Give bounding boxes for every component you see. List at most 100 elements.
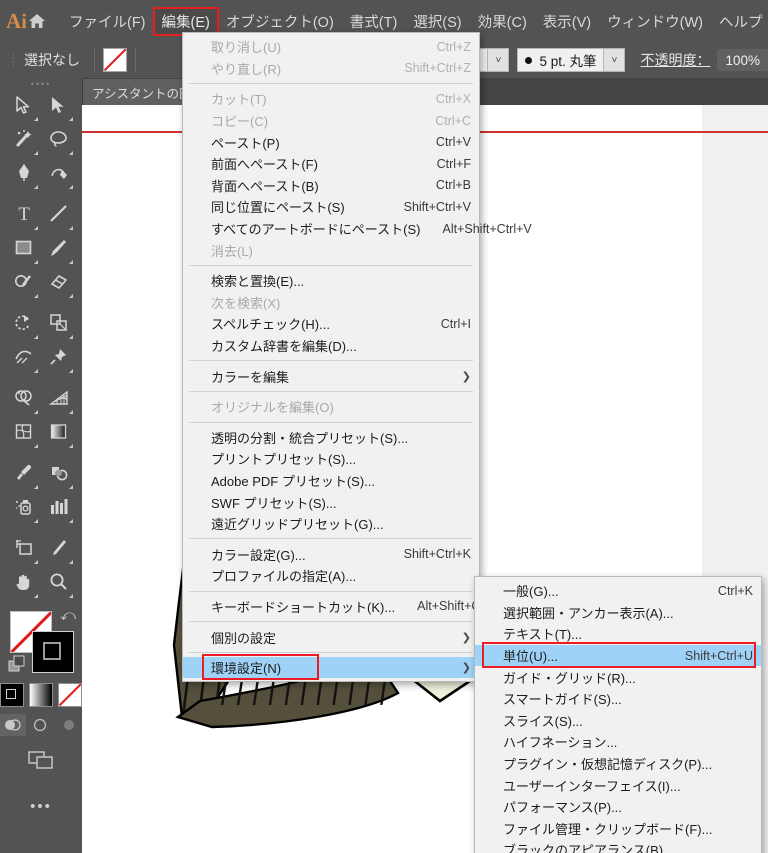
opacity-label[interactable]: 不透明度： xyxy=(633,50,717,70)
pref-submenu-item-12[interactable]: ブラックのアピアランス(B)... xyxy=(475,839,761,853)
opacity-value-field[interactable]: 100% xyxy=(717,49,768,71)
draw-behind-button[interactable] xyxy=(28,714,54,736)
menubar-item-5[interactable]: 効果(C) xyxy=(470,8,535,35)
perspective-grid-tool[interactable] xyxy=(41,383,76,417)
stroke-color-swatch[interactable] xyxy=(32,631,74,673)
edit-menu-item-5[interactable]: ペースト(P) Ctrl+V xyxy=(183,131,479,153)
menubar-item-3[interactable]: 書式(T) xyxy=(342,8,406,35)
menubar-item-7[interactable]: ウィンドウ(W) xyxy=(599,8,711,35)
width-tool[interactable] xyxy=(6,342,41,376)
color-mode-none-button[interactable] xyxy=(58,683,82,707)
pushpin-icon xyxy=(49,347,68,371)
menu-item-label: ブラックのアピアランス(B)... xyxy=(503,843,674,853)
change-screen-mode-button[interactable] xyxy=(0,748,82,772)
pref-submenu-item-2[interactable]: テキスト(T)... xyxy=(475,623,761,645)
home-icon[interactable] xyxy=(27,11,47,31)
edit-menu-item-32[interactable]: 個別の設定 ❯ xyxy=(183,626,479,648)
artboard-tool[interactable] xyxy=(6,533,41,567)
edit-menu-item-23[interactable]: Adobe PDF プリセット(S)... xyxy=(183,470,479,492)
menu-item-shortcut: Shift+Ctrl+V xyxy=(403,199,471,214)
edit-menu-item-22[interactable]: プリントプリセット(S)... xyxy=(183,448,479,470)
eraser-tool[interactable] xyxy=(41,267,76,301)
menubar-item-6[interactable]: 表示(V) xyxy=(535,8,599,35)
edit-menu-item-8[interactable]: 同じ位置にペースト(S) Shift+Ctrl+V xyxy=(183,196,479,218)
tools-panel-grip[interactable]: •••• xyxy=(0,78,82,90)
menubar-item-2[interactable]: オブジェクト(O) xyxy=(218,8,342,35)
fill-swatch-button[interactable] xyxy=(103,48,127,72)
type-tool[interactable]: T xyxy=(6,199,41,233)
edit-menu-item-14[interactable]: スペルチェック(H)... Ctrl+I xyxy=(183,313,479,335)
edit-menu-item-7[interactable]: 背面へペースト(B) Ctrl+B xyxy=(183,175,479,197)
blend-icon xyxy=(49,463,69,487)
edit-menu-item-9[interactable]: すべてのアートボードにペースト(S) Alt+Shift+Ctrl+V xyxy=(183,218,532,240)
menubar-item-1[interactable]: 編集(E) xyxy=(152,6,219,36)
scale-tool[interactable] xyxy=(41,308,76,342)
zoom-tool[interactable] xyxy=(41,567,76,601)
color-mode-solid-button[interactable] xyxy=(0,683,24,707)
edit-menu-item-12[interactable]: 検索と置換(E)... xyxy=(183,270,479,292)
control-bar-grip[interactable]: ···· xyxy=(0,53,18,68)
menubar-item-0[interactable]: ファイル(F) xyxy=(61,8,154,35)
pref-submenu-item-0[interactable]: 一般(G)... Ctrl+K xyxy=(475,580,761,602)
pen-tool[interactable] xyxy=(6,158,41,192)
rotate-tool[interactable] xyxy=(6,308,41,342)
pref-submenu-item-4[interactable]: ガイド・グリッド(R)... xyxy=(475,666,761,688)
edit-menu-item-28[interactable]: プロファイルの指定(A)... xyxy=(183,565,479,587)
edit-menu-item-25[interactable]: 遠近グリッドプリセット(G)... xyxy=(183,513,479,535)
brush-chevron-down-icon[interactable]: ˅ xyxy=(604,48,626,72)
menubar-item-8[interactable]: ヘルプ xyxy=(711,8,768,35)
edit-menu-item-6[interactable]: 前面へペースト(F) Ctrl+F xyxy=(183,153,479,175)
default-fill-stroke-icon[interactable] xyxy=(8,655,28,680)
pref-submenu-item-10[interactable]: パフォーマンス(P)... xyxy=(475,796,761,818)
pref-submenu-item-7[interactable]: ハイフネーション... xyxy=(475,731,761,753)
pref-submenu-item-6[interactable]: スライス(S)... xyxy=(475,710,761,732)
edit-menu-item-21[interactable]: 透明の分割・統合プリセット(S)... xyxy=(183,427,479,449)
control-divider-2 xyxy=(135,48,136,72)
edit-menu-item-3: カット(T) Ctrl+X xyxy=(183,88,479,110)
line-segment-tool[interactable] xyxy=(41,199,76,233)
slice-tool[interactable] xyxy=(41,533,76,567)
width-icon xyxy=(14,347,34,371)
paintbrush-icon xyxy=(49,238,68,262)
edit-menu-item-15[interactable]: カスタム辞書を編集(D)... xyxy=(183,335,479,357)
hand-tool[interactable] xyxy=(6,567,41,601)
pref-submenu-item-1[interactable]: 選択範囲・アンカー表示(A)... xyxy=(475,602,761,624)
direct-selection-tool[interactable] xyxy=(41,90,76,124)
column-graph-tool[interactable] xyxy=(41,492,76,526)
pref-submenu-item-11[interactable]: ファイル管理・クリップボード(F)... xyxy=(475,818,761,840)
edit-menu-item-27[interactable]: カラー設定(G)... Shift+Ctrl+K xyxy=(183,543,479,565)
lasso-tool[interactable] xyxy=(41,124,76,158)
selection-tool[interactable] xyxy=(6,90,41,124)
paintbrush-tool[interactable] xyxy=(41,233,76,267)
eyedropper-tool[interactable] xyxy=(6,458,41,492)
magic-wand-tool[interactable] xyxy=(6,124,41,158)
edit-menu-item-24[interactable]: SWF プリセット(S)... xyxy=(183,491,479,513)
pref-submenu-item-5[interactable]: スマートガイド(S)... xyxy=(475,688,761,710)
draw-inside-button[interactable] xyxy=(56,714,82,736)
draw-normal-button[interactable] xyxy=(0,714,26,736)
menu-item-label: 個別の設定 xyxy=(211,630,277,646)
symbol-sprayer-tool[interactable] xyxy=(6,492,41,526)
curvature-tool[interactable] xyxy=(41,158,76,192)
blend-tool[interactable] xyxy=(41,458,76,492)
mesh-tool[interactable] xyxy=(6,417,41,451)
edit-menu-item-19: オリジナルを編集(O) xyxy=(183,396,479,418)
menu-item-label: すべてのアートボードにペースト(S) xyxy=(211,222,421,238)
edit-menu-item-30[interactable]: キーボードショートカット(K)... Alt+Shift+Ctrl+K xyxy=(183,596,506,618)
gradient-tool[interactable] xyxy=(41,417,76,451)
edit-menu-item-34[interactable]: 環境設定(N) ❯ xyxy=(183,656,479,679)
color-mode-gradient-button[interactable] xyxy=(29,683,53,707)
pref-submenu-item-9[interactable]: ユーザーインターフェイス(I)... xyxy=(475,774,761,796)
shape-builder-tool[interactable] xyxy=(6,383,41,417)
swap-fill-stroke-icon[interactable]: ⤺ xyxy=(60,607,76,624)
brush-definition-field[interactable]: 5 pt. 丸筆 xyxy=(517,48,605,72)
edit-menu-item-17[interactable]: カラーを編集 ❯ xyxy=(183,365,479,387)
rectangle-tool[interactable] xyxy=(6,233,41,267)
menubar-item-4[interactable]: 選択(S) xyxy=(405,8,469,35)
shaper-tool[interactable] xyxy=(6,267,41,301)
pref-submenu-item-3[interactable]: 単位(U)... Shift+Ctrl+U xyxy=(475,644,761,667)
free-transform-tool[interactable] xyxy=(41,342,76,376)
edit-toolbar-more-icon[interactable]: ••• xyxy=(0,798,82,815)
stroke-profile-chevron-down-icon[interactable]: ˅ xyxy=(488,48,510,72)
pref-submenu-item-8[interactable]: プラグイン・仮想記憶ディスク(P)... xyxy=(475,753,761,775)
